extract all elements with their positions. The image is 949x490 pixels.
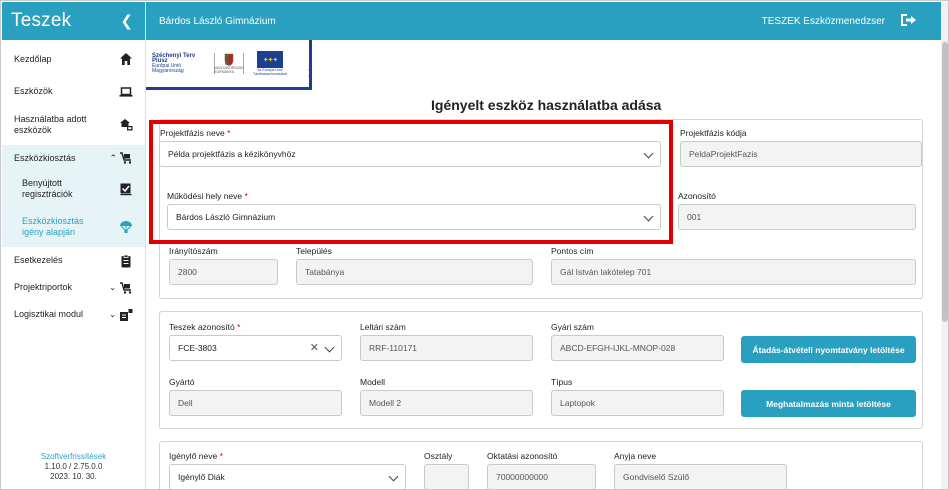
sidebar-nav: Kezdőlap Eszközök Használatba adott eszk… [2, 40, 145, 328]
sidebar-item-label: Használatba adott eszközök [14, 114, 87, 135]
pontos-cim-label: Pontos cím [551, 246, 594, 256]
projektfazis-kod-field: PeldaProjektFazis [680, 141, 922, 167]
scrollbar-thumb[interactable] [942, 42, 948, 322]
sidebar-item-label: Benyújtott regisztrációk [22, 178, 73, 199]
igenylo-neve-label: Igénylő neve * [169, 451, 223, 461]
version-text: 1.10.0 / 2.75.0.0 [44, 462, 103, 471]
download-handover-form-button[interactable]: Átadás-átvételi nyomtatvány letöltése [741, 336, 916, 363]
igenylo-neve-select[interactable]: Igénylő Diák [169, 464, 406, 489]
sidebar-item-kezdolap[interactable]: Kezdőlap [2, 40, 145, 78]
highlight-box [149, 120, 673, 244]
szechenyi-sub: Európai Unió Magyarország [152, 62, 184, 74]
eu-logo: ✦✦✦ Az Európai Unió Társfinanszírozásáva… [250, 51, 290, 76]
hungary-gov-text: MAGYARORSZÁG KORMÁNYA [214, 66, 244, 74]
handover-icon [119, 118, 133, 132]
parachute-icon [119, 220, 133, 234]
sidebar-footer: Szoftverfrissítések 1.10.0 / 2.75.0.0 20… [2, 452, 145, 482]
leltari-szam-label: Leltári szám [360, 322, 406, 332]
tipus-label: Típus [551, 377, 573, 387]
eu-text: Az Európai Unió Társfinanszírozásával [252, 68, 288, 76]
laptop-icon [119, 85, 133, 99]
sidebar-item-eszkozkiosztas-igeny[interactable]: Eszközkiosztás igény alapján [2, 207, 145, 247]
gyari-szam-field: ABCD-EFGH-IJKL-MNOP-028 [551, 335, 724, 361]
release-date: 2023. 10. 30. [50, 472, 97, 481]
report-icon [119, 281, 133, 295]
azonosito-field: 001 [678, 204, 916, 230]
cart-icon [119, 151, 133, 165]
sidebar-item-label: Logisztikai modul [14, 309, 84, 319]
logistics-icon [119, 308, 133, 322]
sidebar-item-hasznalatba[interactable]: Használatba adott eszközök [2, 105, 145, 145]
gyari-szam-label: Gyári szám [551, 322, 594, 332]
sidebar-item-label: Projektriportok [14, 282, 73, 292]
oktatasi-azonosito-label: Oktatási azonosító [487, 451, 558, 461]
software-updates-link[interactable]: Szoftverfrissítések [2, 452, 145, 462]
teszek-azonosito-select[interactable]: FCE-3803 ✕ [169, 335, 342, 361]
sidebar: Teszek ❮ Kezdőlap Eszközök Használatba a… [2, 2, 146, 489]
top-bar: Bárdos László Gimnázium TESZEK Eszközmen… [146, 2, 941, 40]
brand-title: Teszek [11, 10, 72, 31]
sidebar-item-label: Eszközkiosztás igény alapján [22, 216, 84, 237]
chevron-up-icon: ⌃ [109, 152, 117, 163]
chevron-down-icon [324, 342, 335, 353]
szechenyi-logo: Széchenyi Terv Plusz Európai Unió Magyar… [152, 53, 208, 74]
projektfazis-kod-label: Projektfázis kódja [680, 128, 747, 138]
azonosito-label: Azonosító [678, 191, 716, 201]
anyja-neve-label: Anyja neve [614, 451, 657, 461]
sidebar-item-benyujtott[interactable]: Benyújtott regisztrációk [2, 171, 145, 207]
page-title: Igényelt eszköz használatba adása [431, 97, 662, 113]
sidebar-item-label: Esetkezelés [14, 255, 63, 265]
telepules-field: Tatabánya [296, 259, 533, 285]
sidebar-item-label: Kezdőlap [14, 53, 52, 64]
modell-label: Modell [360, 377, 386, 387]
osztaly-field [424, 464, 469, 489]
sidebar-item-projektriportok[interactable]: Projektriportok ⌄ [2, 274, 145, 301]
hungary-gov-logo: MAGYARORSZÁG KORMÁNYA [214, 53, 244, 74]
funding-logos: Széchenyi Terv Plusz Európai Unió Magyar… [146, 40, 312, 90]
pontos-cim-field: Gál István lakótelep 701 [551, 259, 916, 285]
checkbox-icon [119, 182, 133, 196]
page-scrollbar[interactable] [941, 2, 948, 489]
app-name: TESZEK Eszközmenedzser [761, 15, 885, 27]
chevron-down-icon: ⌄ [109, 310, 116, 319]
sidebar-item-eszkozok[interactable]: Eszközök [2, 78, 145, 105]
sidebar-item-eszkozkiosztas[interactable]: Eszközkiosztás ⌃ [2, 145, 145, 171]
collapse-sidebar-icon[interactable]: ❮ [120, 12, 133, 30]
modell-field: Modell 2 [360, 390, 533, 416]
sidebar-item-logisztikai[interactable]: Logisztikai modul ⌄ [2, 301, 145, 328]
teszek-azonosito-value: FCE-3803 [178, 343, 217, 353]
sidebar-brand: Teszek ❮ [2, 2, 145, 40]
iranyitoszam-label: Irányítószám [169, 246, 218, 256]
school-name: Bárdos László Gimnázium [159, 15, 276, 27]
sidebar-item-label: Eszközök [14, 86, 53, 96]
iranyitoszam-field: 2800 [169, 259, 278, 285]
logout-icon[interactable] [899, 13, 917, 30]
gyarto-field: Dell [169, 390, 342, 416]
teszek-azonosito-label: Teszek azonosító * [169, 322, 241, 332]
sidebar-item-label: Eszközkiosztás [14, 152, 76, 163]
chevron-down-icon [388, 471, 399, 482]
chevron-down-icon: ⌄ [109, 283, 116, 292]
sidebar-item-esetkezeles[interactable]: Esetkezelés [2, 247, 145, 274]
home-icon [119, 52, 133, 66]
osztaly-label: Osztály [424, 451, 453, 461]
leltari-szam-field: RRF-110171 [360, 335, 533, 361]
oktatasi-azonosito-field: 70000000000 [487, 464, 596, 489]
igenylo-neve-value: Igénylő Diák [178, 472, 225, 482]
gyarto-label: Gyártó [169, 377, 195, 387]
clipboard-icon [119, 254, 133, 268]
collapse-arrows-icon[interactable]: ⌄ ⌄ [307, 67, 312, 79]
app-window: Teszek ❮ Kezdőlap Eszközök Használatba a… [0, 0, 949, 490]
telepules-label: Település [296, 246, 332, 256]
tipus-field: Laptopok [551, 390, 724, 416]
anyja-neve-field: Gondviselő Szülő [614, 464, 787, 489]
clear-icon[interactable]: ✕ [310, 341, 319, 354]
download-authorization-template-button[interactable]: Meghatalmazás minta letöltése [741, 390, 916, 417]
eu-flag-icon: ✦✦✦ [257, 51, 283, 68]
